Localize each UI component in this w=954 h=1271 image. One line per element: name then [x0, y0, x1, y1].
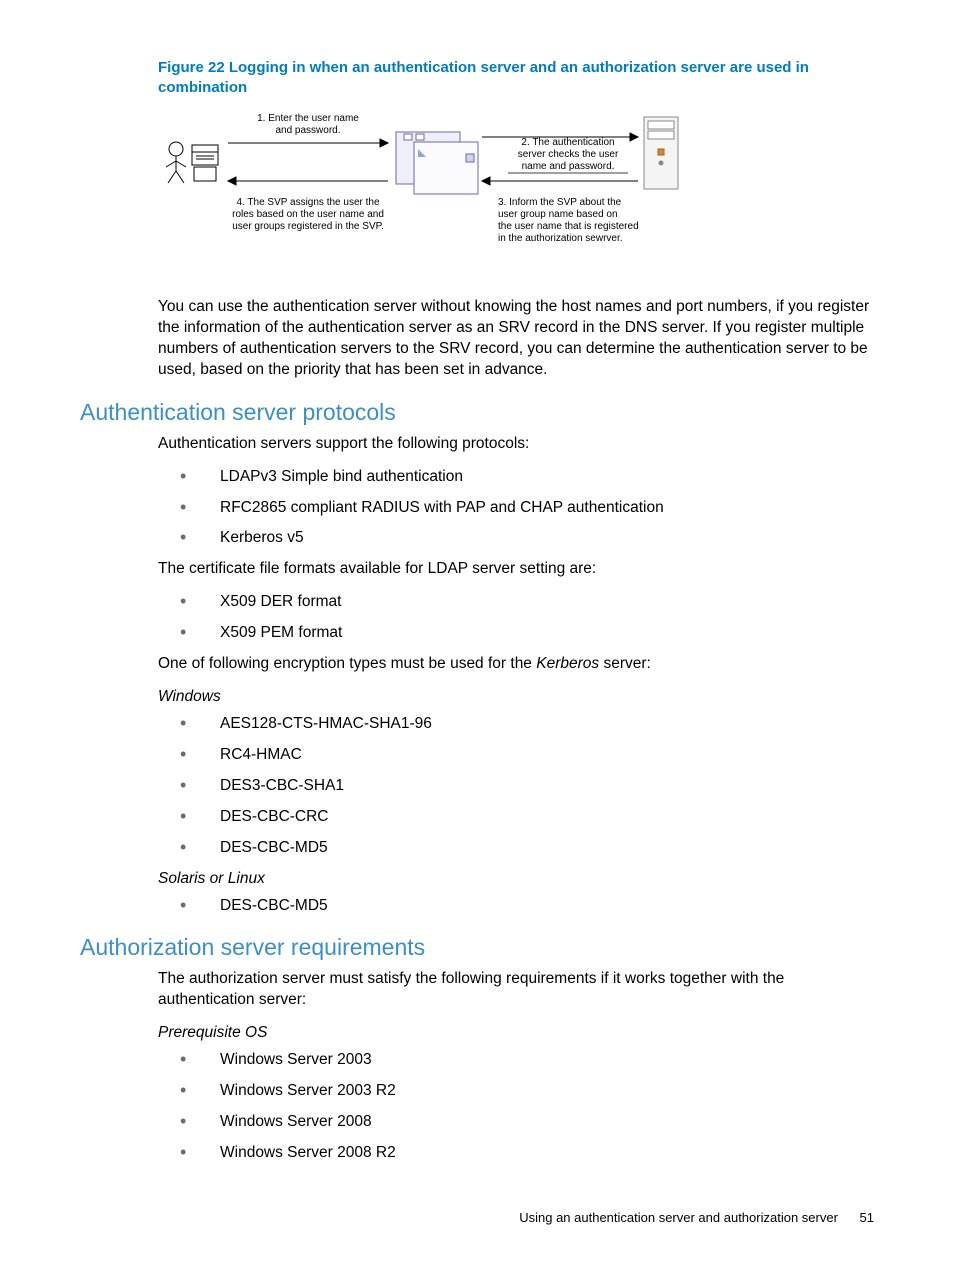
authz-intro: The authorization server must satisfy th…	[158, 969, 874, 1011]
windows-label: Windows	[158, 687, 874, 708]
diagram-step2-line1: 2. The authentication	[521, 137, 614, 148]
page-footer: Using an authentication server and autho…	[519, 1210, 874, 1225]
list-item: DES-CBC-CRC	[158, 807, 874, 828]
diagram-step3-line1: 3. Inform the SVP about the	[498, 197, 622, 208]
list-item: AES128-CTS-HMAC-SHA1-96	[158, 714, 874, 735]
diagram-step2-line3: name and password.	[522, 161, 615, 172]
figure-22-diagram: 1. Enter the user name and password. 2. …	[158, 109, 874, 269]
diagram-step1-line1: 1. Enter the user name	[257, 113, 359, 124]
document-page: Figure 22 Logging in when an authenticat…	[0, 0, 954, 1271]
diagram-step3-line2: user group name based on	[498, 209, 618, 220]
list-item: RFC2865 compliant RADIUS with PAP and CH…	[158, 498, 874, 519]
list-item: LDAPv3 Simple bind authentication	[158, 467, 874, 488]
unix-label: Solaris or Linux	[158, 869, 874, 890]
diagram-step2-line2: server checks the user	[518, 149, 619, 160]
page-number: 51	[860, 1210, 874, 1225]
diagram-step1-line2: and password.	[275, 125, 340, 136]
diagram-svg: 1. Enter the user name and password. 2. …	[158, 109, 698, 269]
list-item: DES-CBC-MD5	[158, 838, 874, 859]
diagram-step3-line4: in the authorization sewrver.	[498, 233, 623, 244]
list-item: Windows Server 2003	[158, 1050, 874, 1071]
list-item: DES3-CBC-SHA1	[158, 776, 874, 797]
windows-enc-list: AES128-CTS-HMAC-SHA1-96 RC4-HMAC DES3-CB…	[158, 714, 874, 859]
list-item: X509 PEM format	[158, 623, 874, 644]
intro-paragraph: You can use the authentication server wi…	[158, 297, 874, 381]
figure-caption: Figure 22 Logging in when an authenticat…	[158, 58, 874, 97]
protocol-list: LDAPv3 Simple bind authentication RFC286…	[158, 467, 874, 550]
heading-auth-protocols: Authentication server protocols	[80, 399, 874, 426]
diagram-step4-line2: roles based on the user name and	[232, 209, 384, 220]
diagram-step4-line1: 4. The SVP assigns the user the	[236, 197, 379, 208]
heading-authz-requirements: Authorization server requirements	[80, 934, 874, 961]
auth-protocols-intro: Authentication servers support the follo…	[158, 434, 874, 455]
enc-intro: One of following encryption types must b…	[158, 654, 874, 675]
unix-enc-list: DES-CBC-MD5	[158, 896, 874, 917]
list-item: Windows Server 2003 R2	[158, 1081, 874, 1102]
diagram-step4-line3: user groups registered in the SVP.	[232, 221, 384, 232]
list-item: RC4-HMAC	[158, 745, 874, 766]
list-item: Kerberos v5	[158, 528, 874, 549]
prereq-os-label: Prerequisite OS	[158, 1023, 874, 1044]
list-item: Windows Server 2008	[158, 1112, 874, 1133]
list-item: DES-CBC-MD5	[158, 896, 874, 917]
os-list: Windows Server 2003 Windows Server 2003 …	[158, 1050, 874, 1164]
list-item: Windows Server 2008 R2	[158, 1143, 874, 1164]
cert-list: X509 DER format X509 PEM format	[158, 592, 874, 644]
footer-text: Using an authentication server and autho…	[519, 1210, 838, 1225]
cert-intro: The certificate file formats available f…	[158, 559, 874, 580]
diagram-step3-line3: the user name that is registered	[498, 221, 639, 232]
list-item: X509 DER format	[158, 592, 874, 613]
